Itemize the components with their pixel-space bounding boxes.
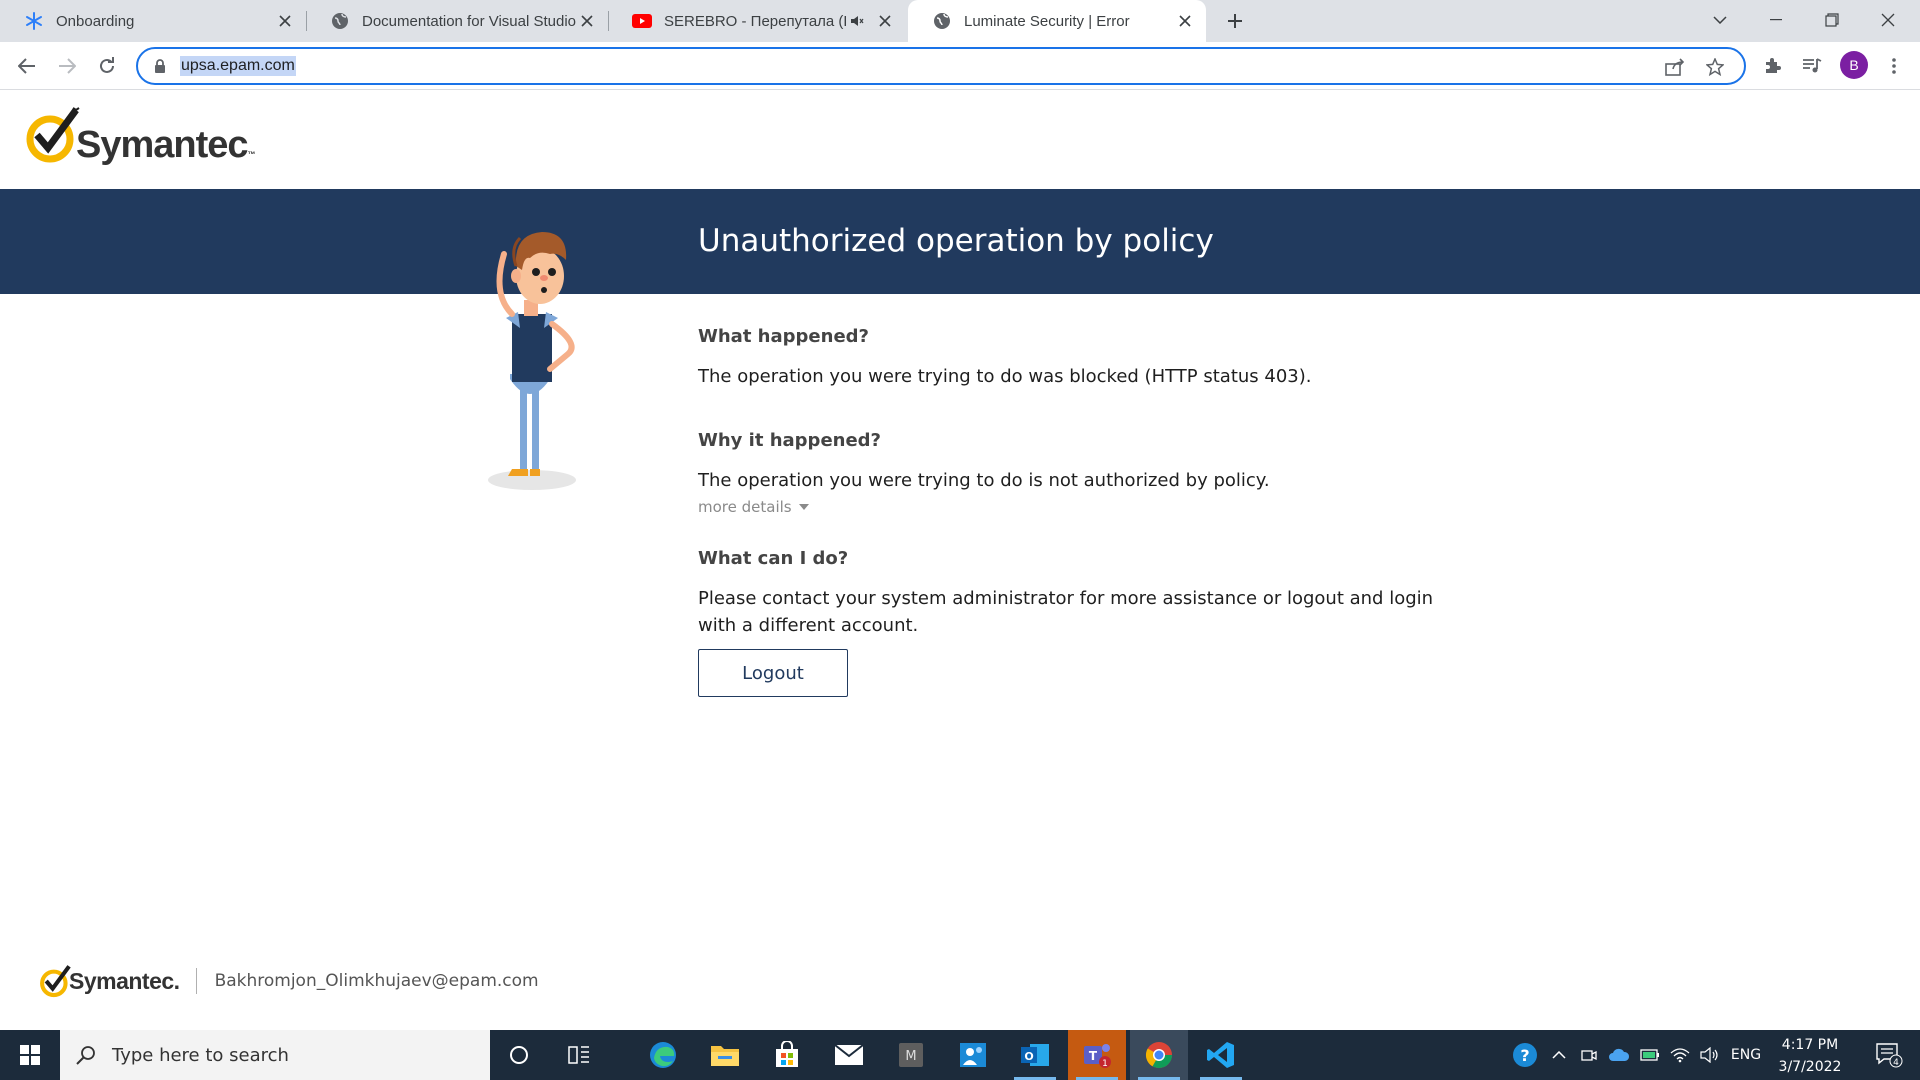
svg-text:T: T	[1089, 1049, 1098, 1063]
teams-icon[interactable]: T1	[1068, 1030, 1126, 1080]
footer-user-email: Bakhromjon_Olimkhujaev@epam.com	[214, 971, 539, 991]
muted-speaker-icon[interactable]	[846, 10, 868, 32]
extensions-puzzle-icon[interactable]	[1756, 50, 1788, 82]
volume-icon[interactable]	[1696, 1030, 1724, 1080]
windows-start-button[interactable]	[0, 1030, 60, 1080]
more-details-label: more details	[698, 498, 792, 516]
symantec-check-icon	[26, 107, 80, 163]
windows-taskbar: Type here to search M O T1 ? ENG 4:17 PM…	[0, 1030, 1920, 1080]
logout-button[interactable]: Logout	[698, 649, 848, 697]
section-what-can-i-do: What can I do? Please contact your syste…	[698, 548, 1438, 697]
task-view-icon[interactable]	[550, 1030, 608, 1080]
battery-icon[interactable]	[1636, 1030, 1664, 1080]
close-tab-icon[interactable]	[576, 10, 598, 32]
clock-time: 4:17 PM	[1781, 1037, 1839, 1053]
search-placeholder: Type here to search	[112, 1044, 289, 1066]
tab-youtube[interactable]: SEREBRO - Перепутала (LIVE	[608, 0, 906, 42]
globe-icon	[932, 11, 952, 31]
tab-title: SEREBRO - Перепутала (LIVE	[664, 12, 846, 30]
taskbar-clock[interactable]: 4:17 PM 3/7/2022	[1760, 1034, 1860, 1078]
taskbar-search-box[interactable]: Type here to search	[60, 1030, 490, 1080]
onedrive-icon[interactable]	[1604, 1030, 1634, 1080]
chrome-icon[interactable]	[1130, 1030, 1188, 1080]
notification-center-icon[interactable]: 4	[1866, 1030, 1912, 1080]
vscode-icon[interactable]	[1192, 1030, 1250, 1080]
youtube-icon	[632, 11, 652, 31]
file-explorer-icon[interactable]	[696, 1030, 754, 1080]
microsoft-store-icon[interactable]	[758, 1030, 816, 1080]
section-what-happened: What happened? The operation you were tr…	[698, 326, 1438, 390]
svg-text:O: O	[1024, 1050, 1033, 1063]
back-button[interactable]	[11, 50, 43, 82]
wifi-icon[interactable]	[1666, 1030, 1694, 1080]
symantec-logo: Symantec™	[24, 106, 256, 166]
section-heading: What can I do?	[698, 548, 849, 569]
section-why-happened: Why it happened? The operation you were …	[698, 430, 1438, 516]
people-app-icon[interactable]	[944, 1030, 1002, 1080]
notification-count: 4	[1893, 1058, 1899, 1068]
footer-divider	[195, 968, 197, 994]
new-tab-button[interactable]	[1220, 6, 1250, 36]
section-heading: What happened?	[698, 326, 869, 347]
confused-character-illustration	[488, 232, 576, 490]
app-m-icon[interactable]: M	[882, 1030, 940, 1080]
tab-strip: Onboarding Documentation for Visual Stud…	[0, 0, 1920, 42]
help-icon[interactable]: ?	[1508, 1030, 1542, 1080]
meet-now-icon[interactable]	[1576, 1030, 1602, 1080]
error-content: What happened? The operation you were tr…	[698, 326, 1438, 697]
close-tab-icon[interactable]	[874, 10, 896, 32]
edge-icon[interactable]	[634, 1030, 692, 1080]
language-label: ENG	[1730, 1047, 1762, 1063]
browser-toolbar: upsa.epam.com	[0, 42, 1920, 90]
error-banner: Unauthorized operation by policy	[0, 189, 1920, 294]
tab-title: Luminate Security | Error	[964, 12, 1130, 30]
search-icon	[74, 1043, 98, 1067]
show-hidden-icons-chevron-icon[interactable]	[1546, 1030, 1572, 1080]
mail-icon[interactable]	[820, 1030, 878, 1080]
brand-name: Symantec™	[76, 124, 256, 166]
bookmark-star-icon[interactable]	[1700, 52, 1730, 82]
footer-brand: Symantec.	[69, 967, 180, 994]
svg-text:M: M	[905, 1049, 916, 1064]
section-text: The operation you were trying to do was …	[698, 366, 1312, 387]
outlook-icon[interactable]: O	[1006, 1030, 1064, 1080]
address-bar[interactable]: upsa.epam.com	[136, 47, 1746, 85]
lock-icon[interactable]	[152, 58, 168, 74]
clock-date: 3/7/2022	[1778, 1059, 1842, 1075]
section-heading: Why it happened?	[698, 430, 881, 451]
caret-down-icon	[798, 504, 809, 510]
share-icon[interactable]	[1660, 52, 1690, 82]
tab-title: Documentation for Visual Studio	[362, 12, 576, 30]
section-text: The operation you were trying to do is n…	[698, 470, 1270, 491]
symantec-check-icon	[40, 965, 71, 998]
menu-kebab-icon[interactable]	[1878, 50, 1910, 82]
tab-documentation[interactable]: Documentation for Visual Studio	[306, 0, 608, 42]
tab-search-button[interactable]	[1692, 0, 1748, 40]
minimize-button[interactable]	[1748, 0, 1804, 40]
globe-icon	[330, 11, 350, 31]
media-control-icon[interactable]	[1796, 50, 1828, 82]
tab-title: Onboarding	[56, 12, 135, 30]
cortana-button[interactable]	[490, 1030, 548, 1080]
onboarding-icon	[24, 11, 44, 31]
teams-badge: 1	[1102, 1059, 1108, 1069]
profile-avatar[interactable]: B	[1840, 51, 1868, 79]
restore-button[interactable]	[1804, 0, 1860, 40]
forward-button[interactable]	[51, 50, 83, 82]
section-text: Please contact your system administrator…	[698, 588, 1434, 636]
close-window-button[interactable]	[1860, 0, 1916, 40]
close-tab-icon[interactable]	[274, 10, 296, 32]
page-title: Unauthorized operation by policy	[698, 223, 1214, 259]
more-details-toggle[interactable]: more details	[698, 498, 809, 516]
url-text[interactable]: upsa.epam.com	[180, 56, 296, 76]
close-tab-icon[interactable]	[1174, 10, 1196, 32]
svg-text:?: ?	[1520, 1046, 1529, 1065]
page-footer: Symantec. Bakhromjon_Olimkhujaev@epam.co…	[38, 964, 539, 998]
reload-button[interactable]	[91, 50, 123, 82]
tab-luminate-error[interactable]: Luminate Security | Error	[908, 0, 1206, 42]
tab-onboarding[interactable]: Onboarding	[0, 0, 306, 42]
